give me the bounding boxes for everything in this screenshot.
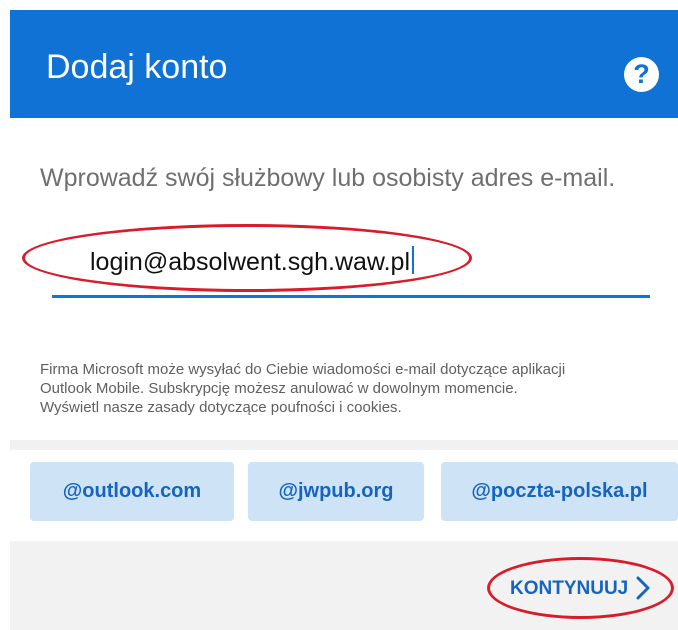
privacy-link[interactable]: Wyświetl nasze zasady dotyczące poufnośc…: [40, 398, 662, 417]
disclaimer-line: Outlook Mobile. Subskrypcję możesz anulo…: [40, 380, 518, 397]
email-field[interactable]: login@absolwent.sgh.waw.pl: [52, 236, 650, 298]
footer-bar: KONTYNUUJ: [10, 541, 678, 630]
continue-button[interactable]: KONTYNUUJ: [510, 575, 650, 603]
help-icon[interactable]: ?: [624, 57, 659, 92]
email-prompt: Wprowadź swój służbowy lub osobisty adre…: [40, 164, 616, 192]
privacy-disclaimer: Firma Microsoft może wysyłać do Ciebie w…: [40, 360, 662, 417]
disclaimer-line: Firma Microsoft może wysyłać do Ciebie w…: [40, 361, 566, 378]
text-cursor: [412, 246, 415, 274]
domain-chip-jwpub[interactable]: @jwpub.org: [248, 462, 424, 521]
domain-chip-outlook[interactable]: @outlook.com: [30, 462, 234, 521]
domain-suggestions: @outlook.com @jwpub.org @poczta-polska.p…: [10, 450, 678, 540]
email-value: login@absolwent.sgh.waw.pl: [90, 246, 415, 278]
app-header: Dodaj konto ?: [10, 10, 678, 118]
chevron-right-icon: [636, 576, 650, 609]
continue-label: KONTYNUUJ: [510, 578, 629, 599]
page-title: Dodaj konto: [46, 48, 228, 86]
domain-chip-poczta-polska[interactable]: @poczta-polska.pl: [441, 462, 678, 521]
section-divider: [10, 440, 678, 450]
add-account-screen: Dodaj konto ? Wprowadź swój służbowy lub…: [0, 0, 678, 630]
